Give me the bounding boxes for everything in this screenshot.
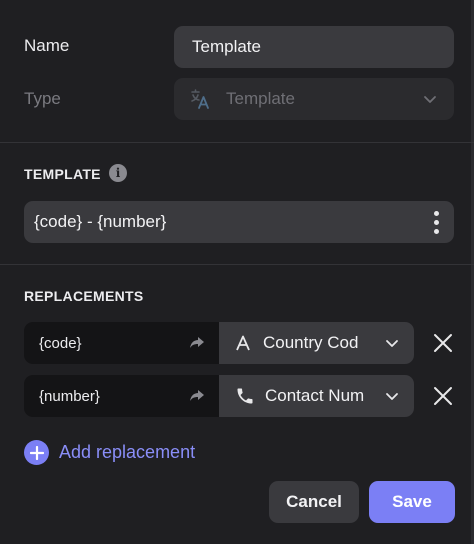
replacement-key-value: {code} [39, 334, 82, 352]
type-select-value: Template [226, 89, 295, 108]
kebab-menu-icon[interactable] [434, 211, 439, 234]
replacement-row: {number} Contact Num [24, 375, 414, 417]
replacement-key-input[interactable]: {number} [24, 375, 219, 417]
divider [0, 142, 474, 143]
type-select[interactable]: Template [174, 78, 454, 120]
add-replacement-label: Add replacement [59, 442, 196, 462]
divider [0, 264, 474, 265]
plus-circle-icon [24, 440, 49, 465]
close-icon[interactable] [432, 385, 454, 407]
name-input[interactable]: Template [174, 26, 454, 68]
name-label: Name [24, 36, 70, 55]
replacement-value-select[interactable]: Country Cod [219, 322, 414, 364]
close-icon[interactable] [432, 332, 454, 354]
type-label: Type [24, 89, 61, 108]
share-arrow-icon [190, 390, 204, 401]
phone-icon [237, 388, 253, 404]
template-section-title: TEMPLATE [24, 166, 101, 182]
text-a-icon [236, 335, 250, 351]
template-input-value: {code} - {number} [34, 212, 167, 231]
replacement-key-input[interactable]: {code} [24, 322, 219, 364]
replacement-value-label: Country Cod [263, 333, 359, 352]
replacement-value-select[interactable]: Contact Num [219, 375, 414, 417]
replacement-key-value: {number} [39, 387, 100, 405]
chevron-down-icon [386, 340, 398, 347]
add-replacement-button[interactable]: Add replacement [24, 440, 195, 465]
cancel-button[interactable]: Cancel [269, 481, 359, 523]
chevron-down-icon [424, 96, 436, 103]
replacement-dialog: Name Template Type Template TEMPLATE i {… [0, 0, 474, 544]
name-row: Name [24, 36, 69, 56]
replacements-section-title: REPLACEMENTS [24, 288, 144, 304]
chevron-down-icon [386, 393, 398, 400]
save-button[interactable]: Save [369, 481, 455, 523]
info-icon[interactable]: i [109, 164, 127, 182]
template-input[interactable]: {code} - {number} [24, 201, 454, 243]
translate-icon [191, 89, 209, 109]
replacement-row: {code} Country Cod [24, 322, 414, 364]
name-input-value: Template [192, 37, 261, 56]
share-arrow-icon [190, 337, 204, 348]
replacement-value-label: Contact Num [265, 386, 365, 405]
type-row: Type [24, 89, 61, 109]
